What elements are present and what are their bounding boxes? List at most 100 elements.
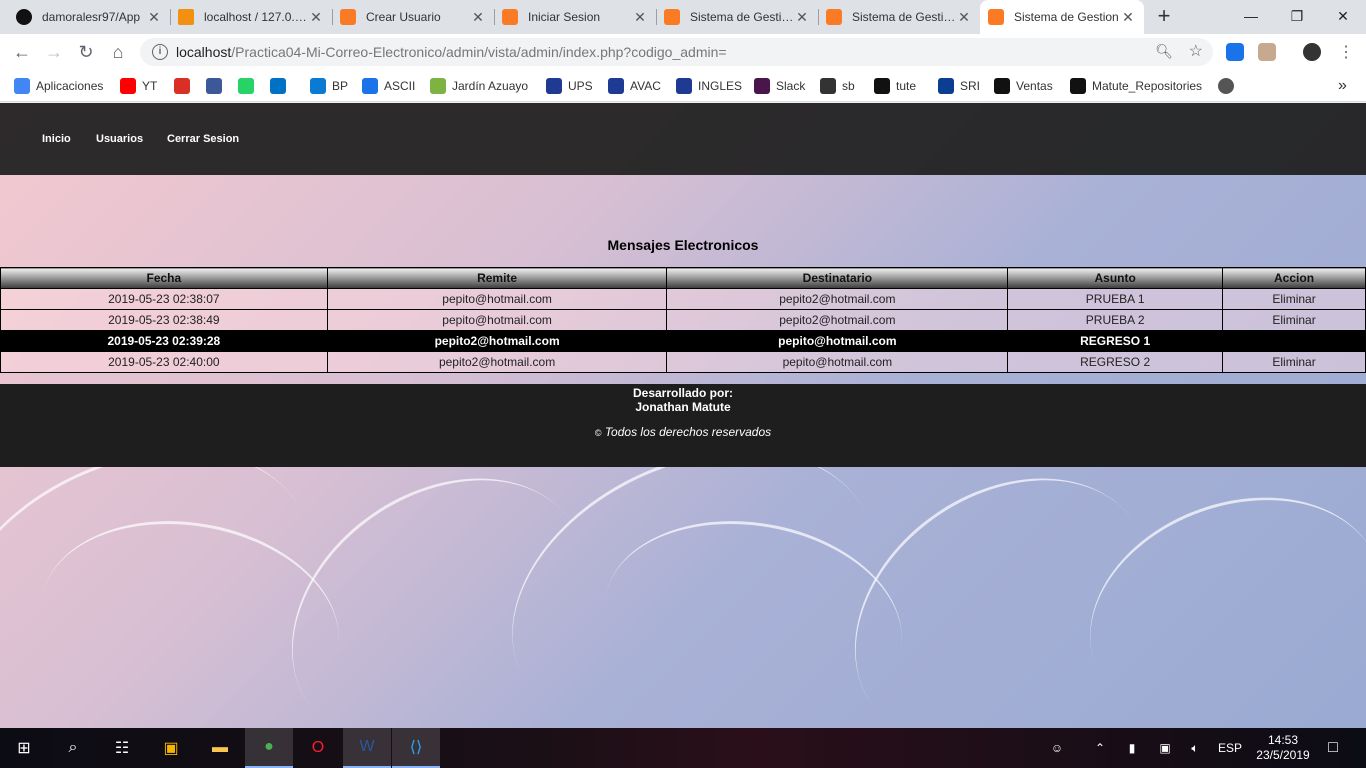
- github-icon: [1070, 78, 1086, 94]
- ups-icon: [546, 78, 562, 94]
- nav-link-inicio[interactable]: Inicio: [42, 133, 71, 145]
- cell-fecha: 2019-05-23 02:39:28: [0, 330, 328, 352]
- people-icon[interactable]: ☺: [1042, 728, 1072, 768]
- bookmarks-overflow-icon[interactable]: »: [1338, 77, 1347, 95]
- cell-asunto: PRUEBA 2: [1007, 309, 1224, 331]
- bookmark-item[interactable]: UPS: [546, 77, 593, 95]
- bookmark-item[interactable]: [1218, 77, 1240, 95]
- cell-remite: pepito@hotmail.com: [326, 309, 668, 331]
- forward-button[interactable]: →: [42, 40, 66, 64]
- cell-fecha: 2019-05-23 02:40:00: [0, 351, 328, 373]
- zoom-icon[interactable]: 🔍︎: [1155, 43, 1173, 60]
- bookmark-item[interactable]: [206, 77, 228, 95]
- minimize-window-button[interactable]: —: [1228, 0, 1274, 32]
- tray-chevron-icon[interactable]: ⌃: [1090, 728, 1110, 768]
- bookmark-item[interactable]: sb: [820, 77, 855, 95]
- cell-destinatario: pepito@hotmail.com: [666, 351, 1009, 373]
- browser-tab[interactable]: localhost / 127.0.0.1 ✕: [170, 0, 332, 34]
- apps-grid-icon: [14, 78, 30, 94]
- new-tab-button[interactable]: +: [1152, 5, 1176, 29]
- bookmark-item[interactable]: tute: [874, 77, 916, 95]
- opera-icon[interactable]: O: [294, 728, 342, 768]
- nav-link-usuarios[interactable]: Usuarios: [96, 133, 143, 145]
- pdf-extension-icon[interactable]: [1258, 43, 1276, 61]
- bookmark-item[interactable]: [238, 77, 260, 95]
- store-icon[interactable]: ▣: [147, 728, 195, 768]
- table-header-row: Fecha Remite Destinatario Asunto Accion: [0, 267, 1366, 289]
- table-row[interactable]: 2019-05-23 02:38:49 pepito@hotmail.com pep…: [0, 309, 1366, 331]
- browser-tab[interactable]: Sistema de Gestion ✕: [656, 0, 818, 34]
- close-tab-icon[interactable]: ✕: [794, 9, 810, 26]
- browser-tab[interactable]: Sistema de Gestion ✕: [980, 0, 1144, 34]
- browser-tab[interactable]: Crear Usuario ✕: [332, 0, 494, 34]
- language-indicator[interactable]: ESP: [1214, 728, 1246, 768]
- notifications-icon[interactable]: □: [1318, 728, 1348, 768]
- outlook-icon: [270, 78, 286, 94]
- close-window-button[interactable]: ✕: [1320, 0, 1366, 32]
- column-header-destinatario: Destinatario: [666, 267, 1009, 289]
- bookmark-label: Slack: [776, 79, 806, 93]
- browser-tab[interactable]: damoralesr97/App ✕: [8, 0, 170, 34]
- bookmark-item[interactable]: Jardín Azuayo: [430, 77, 528, 95]
- nav-link-cerrar-sesion[interactable]: Cerrar Sesion: [167, 133, 239, 145]
- cell-accion[interactable]: Eliminar: [1222, 288, 1366, 310]
- profile-avatar[interactable]: [1303, 43, 1321, 61]
- menu-kebab-icon[interactable]: ⋮: [1334, 40, 1358, 64]
- table-row[interactable]: 2019-05-23 02:40:00 pepito2@hotmail.com pe…: [0, 351, 1366, 373]
- url-path: /Practica04-Mi-Correo-Electronico/admin/…: [231, 44, 727, 60]
- cell-asunto: PRUEBA 1: [1007, 288, 1224, 310]
- cell-remite: pepito@hotmail.com: [326, 288, 668, 310]
- reload-button[interactable]: ↻: [74, 40, 98, 64]
- task-view-icon[interactable]: ☷: [98, 728, 146, 768]
- bookmark-item[interactable]: Ventas: [994, 77, 1053, 95]
- site-info-icon[interactable]: i: [152, 44, 168, 60]
- close-tab-icon[interactable]: ✕: [308, 9, 324, 26]
- bookmark-label: Matute_Repositories: [1092, 79, 1203, 93]
- restore-window-button[interactable]: ❐: [1274, 0, 1320, 32]
- battery-icon[interactable]: ▮: [1122, 728, 1142, 768]
- bookmark-item[interactable]: Slack: [754, 77, 805, 95]
- browser-tab[interactable]: Iniciar Sesion ✕: [494, 0, 656, 34]
- bookmark-item[interactable]: [174, 77, 196, 95]
- ascii-icon: [362, 78, 378, 94]
- table-row[interactable]: 2019-05-23 02:39:28 pepito2@hotmail.com pe…: [0, 330, 1366, 352]
- github-icon: [874, 78, 890, 94]
- close-tab-icon[interactable]: ✕: [1120, 9, 1136, 26]
- close-tab-icon[interactable]: ✕: [956, 9, 972, 26]
- bookmark-item[interactable]: Aplicaciones: [14, 77, 103, 95]
- bookmark-item[interactable]: ASCII: [362, 77, 415, 95]
- bookmark-item[interactable]: INGLES: [676, 77, 742, 95]
- vscode-icon[interactable]: ⟨⟩: [392, 728, 440, 768]
- bookmark-label: Jardín Azuayo: [452, 79, 529, 93]
- clock[interactable]: 14:53 23/5/2019: [1250, 728, 1316, 768]
- bookmark-star-icon[interactable]: ☆: [1189, 41, 1203, 61]
- home-button[interactable]: ⌂: [106, 40, 130, 64]
- jardin-azuayo-icon: [430, 78, 446, 94]
- extension-icon[interactable]: [1226, 43, 1244, 61]
- close-tab-icon[interactable]: ✕: [632, 9, 648, 26]
- table-row[interactable]: 2019-05-23 02:38:07 pepito@hotmail.com pep…: [0, 288, 1366, 310]
- browser-tab[interactable]: Sistema de Gestion ✕: [818, 0, 980, 34]
- column-header-remite: Remite: [326, 267, 668, 289]
- bookmark-item[interactable]: Matute_Repositories: [1070, 77, 1202, 95]
- network-icon[interactable]: ▣: [1154, 728, 1176, 768]
- word-icon[interactable]: W: [343, 728, 391, 768]
- back-button[interactable]: ←: [10, 40, 34, 64]
- cell-accion[interactable]: Eliminar: [1222, 309, 1366, 331]
- volume-icon[interactable]: 🔈︎: [1184, 728, 1206, 768]
- close-tab-icon[interactable]: ✕: [470, 9, 486, 26]
- chrome-icon[interactable]: ●: [245, 728, 293, 768]
- bookmark-item[interactable]: AVAC: [608, 77, 661, 95]
- bookmark-item[interactable]: SRI: [938, 77, 980, 95]
- file-explorer-icon[interactable]: ▬: [196, 728, 244, 768]
- cell-accion[interactable]: Eliminar: [1222, 351, 1366, 373]
- clock-time: 14:53: [1267, 733, 1299, 747]
- phpmyadmin-icon: [178, 9, 194, 25]
- bookmark-item[interactable]: BP: [310, 77, 348, 95]
- address-bar[interactable]: i localhost/Practica04-Mi-Correo-Electro…: [140, 38, 1213, 66]
- bookmark-item[interactable]: YT: [120, 77, 157, 95]
- bookmark-item[interactable]: [270, 77, 292, 95]
- search-icon[interactable]: ⌕: [49, 728, 97, 768]
- start-icon[interactable]: ⊞: [0, 728, 48, 768]
- close-tab-icon[interactable]: ✕: [146, 9, 162, 26]
